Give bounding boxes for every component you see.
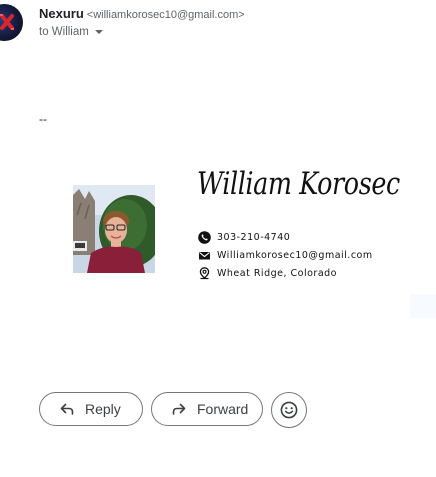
reply-label: Reply — [85, 401, 121, 417]
map-pin-icon — [199, 267, 210, 280]
signature-location: Wheat Ridge, Colorado — [217, 268, 337, 279]
recipient-label: to William — [39, 26, 89, 38]
reply-arrow-icon — [60, 403, 74, 415]
signature-separator: -- — [39, 112, 47, 126]
forward-label: Forward — [197, 401, 249, 417]
caret-down-icon[interactable] — [94, 30, 103, 34]
envelope-icon — [199, 252, 210, 260]
email-message-view: Nexuru <williamkorosec10@gmail.com> to Wi… — [0, 0, 436, 477]
sender-avatar[interactable] — [0, 4, 23, 41]
signature-email-line: Williamkorosec10@gmail.com — [198, 249, 373, 262]
sender-name[interactable]: Nexuru — [39, 6, 84, 21]
emoji-smile-icon — [280, 401, 298, 419]
forward-button[interactable]: Forward — [151, 392, 263, 426]
reply-button[interactable]: Reply — [39, 392, 143, 426]
sender-email: <williamkorosec10@gmail.com> — [86, 9, 245, 21]
signature-phone-line: 303-210-4740 — [198, 231, 290, 244]
signature-location-line: Wheat Ridge, Colorado — [198, 267, 337, 280]
recipient-details-toggle[interactable]: to William — [39, 26, 103, 38]
avatar-logo-icon — [0, 14, 14, 30]
signature-script-name: William Korosec — [197, 166, 400, 202]
signature-photo — [73, 185, 155, 273]
emoji-reaction-button[interactable] — [271, 392, 307, 428]
signature-phone[interactable]: 303-210-4740 — [217, 232, 290, 243]
signature-email[interactable]: Williamkorosec10@gmail.com — [217, 250, 373, 261]
forward-arrow-icon — [172, 403, 186, 415]
attachment-placeholder — [410, 294, 436, 318]
phone-icon — [198, 231, 211, 244]
sender-line: Nexuru <williamkorosec10@gmail.com> — [39, 6, 245, 21]
